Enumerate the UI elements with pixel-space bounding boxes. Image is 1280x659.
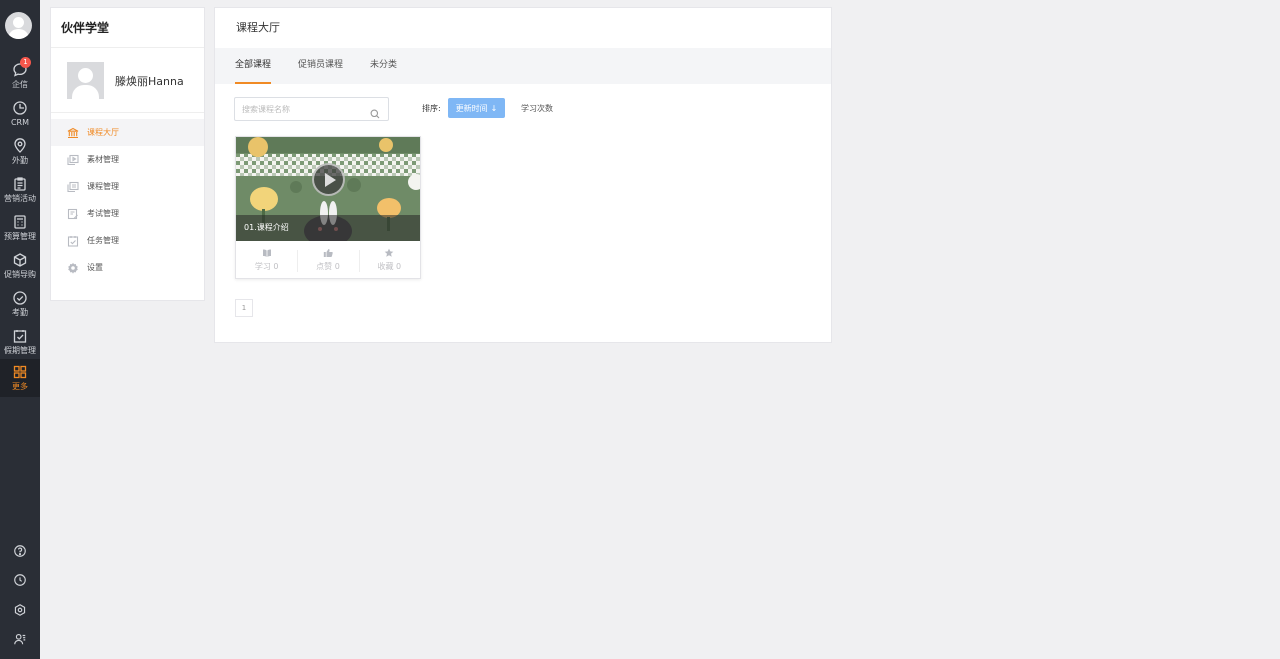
location-pin-icon — [14, 138, 26, 153]
rail-item-leave[interactable]: 假期管理 — [0, 323, 40, 361]
course-tabs: 全部课程 促销员课程 未分类 — [215, 48, 831, 84]
course-card[interactable]: 01.课程介绍 学习 0 点赞 0 收藏 0 — [235, 136, 421, 279]
clock-pie-icon — [13, 101, 27, 115]
rail-label: 假期管理 — [4, 346, 36, 355]
calendar-check-icon — [13, 330, 27, 343]
menu-label: 课程大厅 — [87, 128, 119, 137]
like-count[interactable]: 点赞 0 — [297, 248, 358, 272]
menu-item-tasks[interactable]: 任务管理 — [51, 227, 204, 254]
help-button[interactable] — [0, 540, 40, 562]
rail-label: 外勤 — [12, 156, 28, 165]
menu-item-settings[interactable]: 设置 — [51, 254, 204, 281]
app-title: 伙伴学堂 — [51, 8, 204, 48]
pagination-page-1[interactable]: 1 — [235, 299, 253, 317]
menu-item-materials[interactable]: 素材管理 — [51, 146, 204, 173]
contacts-button[interactable] — [0, 628, 40, 650]
grid-icon — [13, 365, 27, 379]
contacts-icon — [14, 633, 26, 645]
sort-by-update-time-button[interactable]: 更新时间 ↓ — [448, 98, 505, 118]
sort-label: 排序: — [422, 104, 441, 113]
favorite-count-label: 收藏 0 — [377, 261, 402, 271]
rail-item-qixin[interactable]: 企信 1 — [0, 57, 40, 95]
rail-item-attendance[interactable]: 考勤 — [0, 285, 40, 323]
menu-label: 素材管理 — [87, 155, 119, 164]
main-panel: 课程大厅 全部课程 促销员课程 未分类 排序: 更新时间 ↓ 学习次数 — [214, 7, 832, 343]
menu-item-exams[interactable]: 考试管理 — [51, 200, 204, 227]
course-stats: 学习 0 点赞 0 收藏 0 — [236, 241, 420, 278]
sort-button-label: 更新时间 — [455, 103, 488, 113]
rail-item-more[interactable]: 更多 — [0, 359, 40, 397]
favorite-count[interactable]: 收藏 0 — [358, 248, 420, 272]
rail-item-field[interactable]: 外勤 — [0, 133, 40, 171]
search-box — [234, 97, 389, 121]
rail-item-budget[interactable]: 预算管理 — [0, 209, 40, 247]
menu-label: 任务管理 — [87, 236, 119, 245]
user-name: 滕焕丽Hanna — [115, 75, 184, 88]
rail-item-crm[interactable]: CRM — [0, 95, 40, 133]
rail-label: 促销导购 — [4, 270, 36, 279]
menu-label: 设置 — [87, 263, 103, 272]
settings-button[interactable] — [0, 599, 40, 621]
check-circle-icon — [13, 291, 27, 305]
settings-icon — [14, 604, 26, 616]
profile-avatar — [67, 62, 104, 99]
menu-label: 课程管理 — [87, 182, 119, 191]
rail-item-promo[interactable]: 促销导购 — [0, 247, 40, 285]
page-title: 课程大厅 — [236, 21, 280, 34]
side-menu: 课程大厅 素材管理 课程管理 考试管理 任务管理 设置 — [51, 113, 204, 281]
study-count-label: 学习 0 — [254, 261, 279, 271]
box-icon — [13, 253, 27, 267]
unread-badge: 1 — [20, 57, 31, 68]
clipboard-icon — [14, 177, 26, 191]
rail-label: 营销活动 — [4, 194, 36, 203]
search-icon[interactable] — [370, 104, 380, 123]
tab-uncategorized[interactable]: 未分类 — [370, 48, 397, 84]
history-button[interactable] — [0, 569, 40, 591]
rail-item-marketing[interactable]: 营销活动 — [0, 171, 40, 209]
menu-item-course-hall[interactable]: 课程大厅 — [51, 119, 204, 146]
star-icon — [385, 248, 394, 257]
menu-item-course-admin[interactable]: 课程管理 — [51, 173, 204, 200]
media-icon — [67, 154, 79, 165]
course-thumbnail[interactable]: 01.课程介绍 — [236, 137, 420, 241]
arrow-down-icon: ↓ — [490, 103, 498, 113]
rail-label: 更多 — [12, 382, 28, 391]
user-profile: 滕焕丽Hanna — [51, 48, 204, 113]
like-count-label: 点赞 0 — [316, 261, 340, 271]
rail-label: 考勤 — [12, 308, 28, 317]
help-icon — [14, 545, 26, 557]
tab-promoter-courses[interactable]: 促销员课程 — [298, 48, 343, 84]
menu-label: 考试管理 — [87, 209, 119, 218]
course-title: 01.课程介绍 — [236, 215, 420, 241]
sort-by-study-count[interactable]: 学习次数 — [521, 103, 553, 114]
rail-label: CRM — [10, 118, 30, 127]
search-input[interactable] — [235, 104, 365, 114]
secondary-sidebar: 伙伴学堂 滕焕丽Hanna 课程大厅 素材管理 课程管理 考试管理 任务管理 设… — [50, 7, 205, 301]
rail-label: 企信 — [12, 80, 28, 89]
task-icon — [67, 235, 79, 247]
study-count: 学习 0 — [236, 248, 297, 272]
user-avatar[interactable] — [5, 12, 32, 39]
left-rail: 企信 1 CRM 外勤 营销活动 预算管理 促销导购 考勤 假期管理 更多 — [0, 0, 40, 659]
calculator-icon — [14, 215, 26, 229]
play-icon[interactable] — [312, 163, 345, 196]
book-icon — [262, 249, 271, 257]
thumbs-up-icon — [323, 248, 333, 257]
history-icon — [14, 574, 26, 586]
exam-icon — [67, 208, 78, 219]
course-icon — [67, 181, 79, 192]
bank-icon — [67, 127, 79, 138]
tab-all-courses[interactable]: 全部课程 — [235, 48, 272, 84]
gear-icon — [68, 262, 78, 274]
toolbar: 排序: 更新时间 ↓ 学习次数 — [215, 84, 831, 134]
rail-label: 预算管理 — [4, 232, 36, 241]
